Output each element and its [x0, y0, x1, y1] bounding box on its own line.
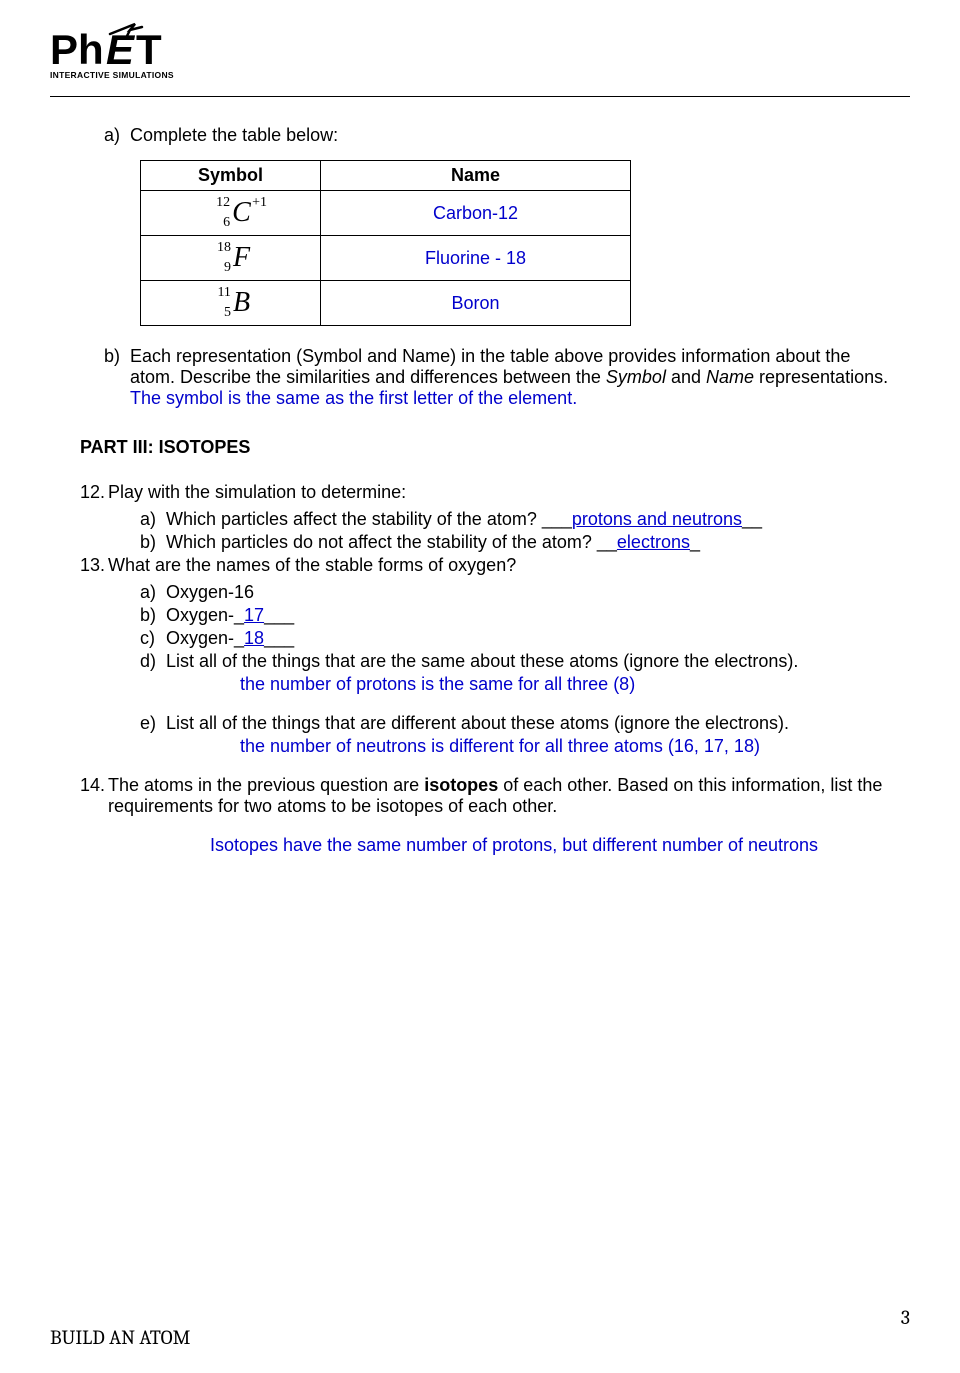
th-name: Name [321, 161, 631, 191]
q13-b-answer: 17 [244, 605, 264, 625]
table-row: 12 6 C +1 Carbon-12 [141, 191, 631, 236]
q13-c: c) Oxygen-_18___ [140, 628, 890, 649]
q13-num: 13. [80, 555, 108, 576]
q13-a: a) Oxygen-16 [140, 582, 890, 603]
question-12: 12. Play with the simulation to determin… [80, 482, 890, 503]
q14-text: The atoms in the previous question are i… [108, 775, 890, 817]
q14-answer: Isotopes have the same number of protons… [80, 835, 890, 856]
q12-a-answer: protons and neutrons [572, 509, 742, 529]
table-row: 11 5 B Boron [141, 281, 631, 326]
th-symbol: Symbol [141, 161, 321, 191]
page-number: 3 [901, 1306, 910, 1329]
header-divider [50, 96, 910, 97]
q14-num: 14. [80, 775, 108, 817]
question-13: 13. What are the names of the stable for… [80, 555, 890, 576]
name-cell: Boron [321, 281, 631, 326]
svg-text:T: T [136, 26, 162, 73]
footer-title: BUILD AN ATOM [50, 1326, 190, 1349]
q12-num: 12. [80, 482, 108, 503]
name-cell: Carbon-12 [321, 191, 631, 236]
part3-heading: PART III: ISOTOPES [80, 437, 890, 458]
q13-b: b) Oxygen-_17___ [140, 605, 890, 626]
q12-b: b) Which particles do not affect the sta… [140, 532, 890, 553]
qa-prompt: Complete the table below: [130, 125, 338, 145]
isotope-table: Symbol Name 12 6 C +1 Carbon-12 18 9 F [140, 160, 631, 326]
q13-text: What are the names of the stable forms o… [108, 555, 516, 576]
symbol-cell: 18 9 F [141, 236, 321, 281]
q13-c-answer: 18 [244, 628, 264, 648]
qb-body: Each representation (Symbol and Name) in… [130, 346, 890, 409]
q13-e-answer: the number of neutrons is different for … [140, 736, 890, 757]
phet-logo: Ph E T INTERACTIVE SIMULATIONS [50, 22, 910, 90]
question-14: 14. The atoms in the previous question a… [80, 775, 890, 817]
q12-text: Play with the simulation to determine: [108, 482, 406, 503]
symbol-cell: 11 5 B [141, 281, 321, 326]
table-row: 18 9 F Fluorine - 18 [141, 236, 631, 281]
question-b: b) Each representation (Symbol and Name)… [80, 346, 890, 409]
qb-answer: The symbol is the same as the first lett… [130, 388, 577, 408]
question-a: a) Complete the table below: [80, 125, 890, 146]
footer: 3 BUILD AN ATOM [50, 1326, 910, 1349]
q12-b-answer: electrons [617, 532, 690, 552]
q13-d: d) List all of the things that are the s… [140, 651, 890, 672]
svg-text:Ph: Ph [50, 26, 104, 73]
svg-text:INTERACTIVE SIMULATIONS: INTERACTIVE SIMULATIONS [50, 70, 174, 80]
name-cell: Fluorine - 18 [321, 236, 631, 281]
q12-a: a) Which particles affect the stability … [140, 509, 890, 530]
symbol-cell: 12 6 C +1 [141, 191, 321, 236]
q13-e: e) List all of the things that are diffe… [140, 713, 890, 734]
qa-label: a) [104, 125, 120, 145]
q13-d-answer: the number of protons is the same for al… [140, 674, 890, 695]
qb-label: b) [104, 346, 130, 409]
